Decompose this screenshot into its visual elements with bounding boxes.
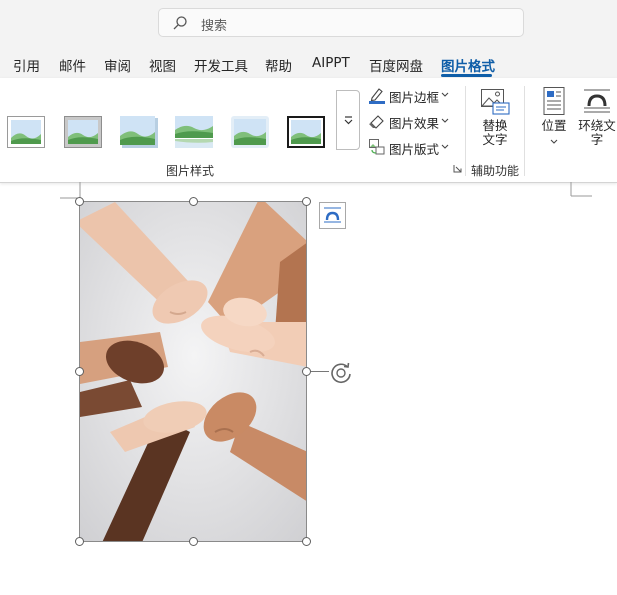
ribbon: 图片边框 图片效果 图片版式 图片样式 替换 文字 辅助功能 位置 环绕文 字	[0, 78, 617, 183]
position-icon	[543, 87, 565, 115]
selected-picture[interactable]	[79, 201, 307, 542]
wrap-text-button[interactable]: 环绕文 字	[576, 86, 617, 147]
search-placeholder: 搜索	[201, 19, 228, 34]
style-thumb-black-frame[interactable]	[287, 116, 325, 148]
effects-icon	[369, 115, 384, 129]
alt-text-button[interactable]: 替换 文字	[476, 88, 514, 147]
accessibility-group-label: 辅助功能	[471, 164, 520, 178]
chevron-down-icon	[441, 92, 449, 97]
landscape-icon	[68, 120, 98, 144]
active-tab-indicator	[441, 74, 492, 77]
hands-photo	[80, 202, 306, 541]
picture-styles-group-label: 图片样式	[166, 164, 215, 178]
tab-picture-format[interactable]: 图片格式	[441, 55, 495, 75]
ribbon-tabs: 引用 邮件 审阅 视图 开发工具 帮助 AIPPT 百度网盘 图片格式	[0, 44, 617, 78]
resize-handle-left[interactable]	[75, 367, 84, 376]
chevron-down-icon	[550, 139, 558, 144]
resize-handle-bottom-right[interactable]	[302, 537, 311, 546]
wrap-text-icon	[584, 89, 610, 113]
rotation-handle-line	[311, 371, 329, 372]
resize-handle-bottom-left[interactable]	[75, 537, 84, 546]
resize-handle-bottom[interactable]	[189, 537, 198, 546]
search-box[interactable]: 搜索	[158, 8, 524, 37]
rotate-icon[interactable]	[328, 360, 354, 386]
style-thumb-shadow[interactable]	[120, 116, 158, 148]
picture-styles-gallery	[0, 90, 336, 150]
landscape-icon	[291, 120, 321, 144]
chevron-down-icon	[441, 144, 449, 149]
resize-handle-top-left[interactable]	[75, 197, 84, 206]
picture-layout-icon	[369, 139, 385, 155]
landscape-icon	[231, 116, 269, 148]
layout-options-button[interactable]	[319, 202, 346, 229]
dialog-launcher-icon[interactable]	[453, 164, 462, 173]
tab-baidu-netdisk[interactable]: 百度网盘	[369, 55, 423, 75]
chevron-down-icon	[344, 116, 353, 125]
style-thumb-soft-edge[interactable]	[231, 116, 269, 148]
alt-text-icon	[480, 89, 510, 115]
position-button[interactable]: 位置	[537, 86, 571, 148]
gallery-more-button[interactable]	[336, 90, 360, 150]
landscape-icon	[10, 119, 42, 145]
tab-view[interactable]: 视图	[149, 55, 176, 75]
landscape-icon	[120, 116, 158, 148]
style-thumb-beveled[interactable]	[64, 116, 102, 148]
resize-handle-right[interactable]	[302, 367, 311, 376]
chevron-down-icon	[441, 118, 449, 123]
tab-help[interactable]: 帮助	[265, 55, 292, 75]
tab-developer[interactable]: 开发工具	[194, 55, 248, 75]
tab-review[interactable]: 审阅	[104, 55, 131, 75]
tab-references[interactable]: 引用	[13, 55, 40, 75]
title-bar: 搜索	[0, 0, 617, 44]
margin-corner-mark	[570, 182, 592, 197]
style-thumb-reflected[interactable]	[175, 116, 213, 148]
landscape-icon	[175, 116, 213, 148]
resize-handle-top-right[interactable]	[302, 197, 311, 206]
tab-mailings[interactable]: 邮件	[59, 55, 86, 75]
pen-border-icon	[369, 88, 385, 104]
group-separator	[524, 86, 525, 176]
wrap-text-icon	[324, 207, 341, 223]
group-separator	[465, 86, 466, 176]
tab-aippt[interactable]: AIPPT	[312, 55, 350, 71]
resize-handle-top[interactable]	[189, 197, 198, 206]
search-icon	[173, 16, 187, 30]
style-thumb-simple-frame[interactable]	[7, 116, 45, 148]
